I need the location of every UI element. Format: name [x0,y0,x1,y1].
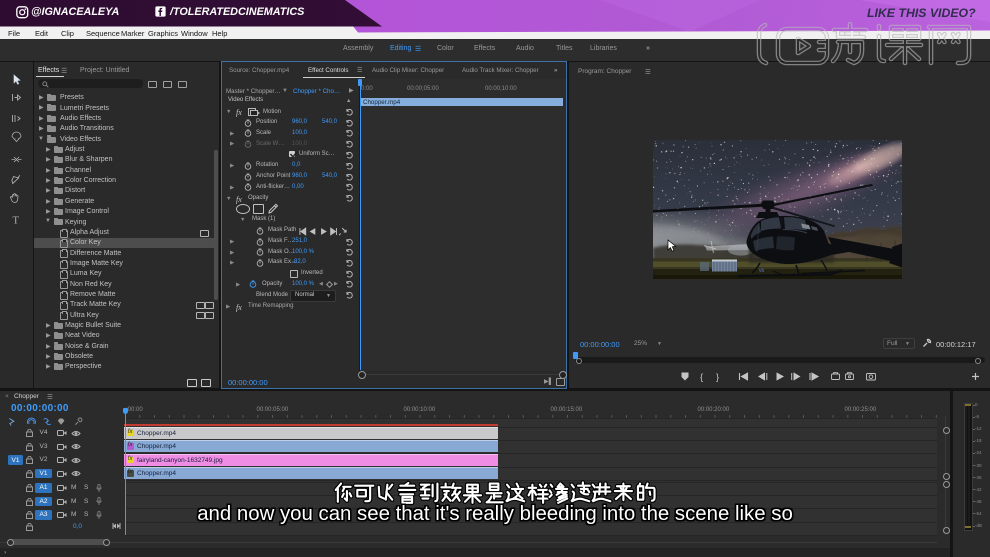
svg-text:T: T [13,216,20,227]
svg-text:{: { [700,372,703,383]
svg-text:vb: vb [759,268,765,274]
svg-text:}: } [716,372,719,383]
